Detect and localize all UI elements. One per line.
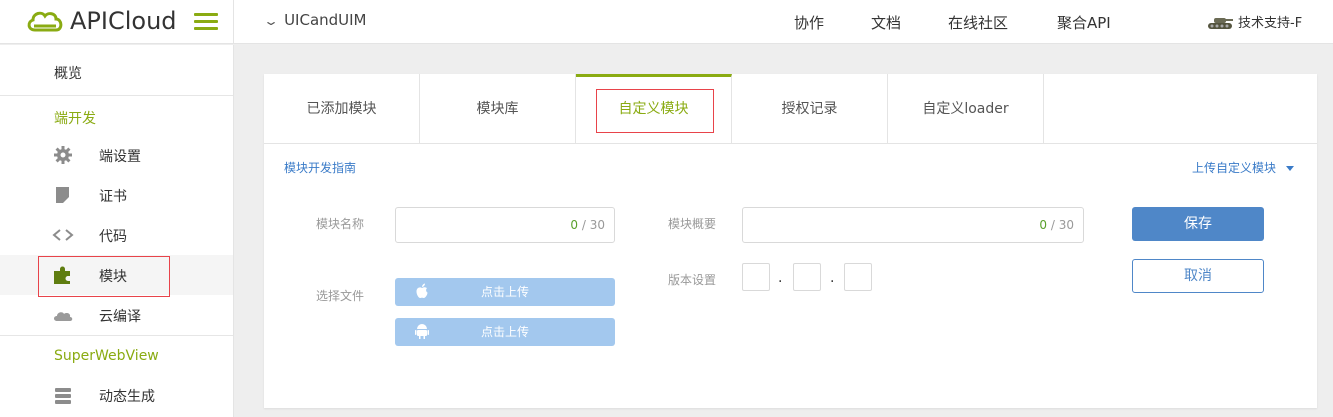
upload-android-button[interactable]: 点击上传	[395, 318, 615, 346]
char-count: 0	[570, 218, 579, 232]
caret-down-icon	[1286, 166, 1295, 171]
tab-custom-loader[interactable]: 自定义loader	[888, 74, 1044, 144]
sidebar: 概览 端开发 端设置 证书 代码 模块 云编译 SuperWebView 动态生…	[0, 45, 234, 417]
upload-android-label: 点击上传	[480, 325, 529, 339]
tab-bar: 已添加模块 模块库 自定义模块 授权记录 自定义loader	[264, 74, 1317, 144]
user-name: 技术支持-F	[1238, 16, 1303, 31]
logo-area: APICloud	[0, 0, 234, 44]
char-max: / 30	[1050, 218, 1074, 232]
menu-toggle-icon[interactable]	[194, 13, 218, 31]
sidebar-item-label: 代码	[99, 229, 127, 245]
char-counter: 0 / 30	[1039, 218, 1074, 232]
tab-module-library[interactable]: 模块库	[420, 74, 576, 144]
upload-ios-label: 点击上传	[480, 285, 529, 299]
sidebar-item-label: 端设置	[99, 149, 141, 165]
nav-collaborate[interactable]: 协作	[794, 12, 824, 33]
version-major-input[interactable]	[742, 263, 770, 291]
tab-custom-module[interactable]: 自定义模块	[576, 74, 732, 144]
version-separator: .	[830, 270, 835, 286]
module-name-input[interactable]: 0 / 30	[395, 207, 615, 243]
chevron-down-icon: ⌄	[262, 14, 280, 28]
tab-added-modules[interactable]: 已添加模块	[264, 74, 420, 144]
nav-docs[interactable]: 文档	[871, 12, 901, 33]
module-name-label: 模块名称	[316, 217, 365, 231]
char-max: / 30	[581, 218, 605, 232]
cancel-button[interactable]: 取消	[1132, 259, 1264, 293]
puzzle-icon	[54, 266, 70, 284]
tab-auth-records[interactable]: 授权记录	[732, 74, 888, 144]
layers-icon	[55, 388, 71, 404]
apicloud-logo-icon	[27, 11, 63, 32]
gear-icon	[54, 146, 72, 164]
sidebar-divider	[0, 95, 233, 96]
upload-ios-button[interactable]: 点击上传	[395, 278, 615, 306]
logo-text: APICloud	[70, 7, 177, 35]
version-label: 版本设置	[668, 273, 717, 287]
sidebar-divider	[0, 335, 233, 336]
version-minor-input[interactable]	[793, 263, 821, 291]
sidebar-item-dynamic-generate[interactable]: 动态生成	[0, 375, 233, 415]
module-summary-label: 模块概要	[668, 217, 717, 231]
cloud-icon	[54, 312, 73, 321]
sidebar-item-overview[interactable]: 概览	[54, 63, 82, 83]
sidebar-item-cloud-compile[interactable]: 云编译	[0, 295, 233, 335]
code-icon	[52, 229, 74, 241]
app-name: UICandUIM	[284, 11, 367, 29]
sidebar-section-superwebview: SuperWebView	[54, 348, 159, 364]
sidebar-item-modules[interactable]: 模块	[0, 255, 233, 295]
certificate-icon	[56, 187, 69, 203]
android-icon	[415, 324, 429, 339]
nav-community[interactable]: 在线社区	[948, 12, 1008, 33]
module-summary-input[interactable]: 0 / 30	[742, 207, 1084, 243]
top-bar: APICloud ⌄ UICandUIM 协作 文档 在线社区 聚合API 技术支…	[0, 0, 1333, 44]
char-counter: 0 / 30	[570, 218, 605, 232]
apple-icon	[416, 283, 428, 299]
choose-file-label: 选择文件	[316, 289, 365, 303]
avatar-tank-icon	[1208, 17, 1233, 29]
sidebar-item-label: 证书	[99, 189, 127, 205]
version-patch-input[interactable]	[844, 263, 872, 291]
sidebar-item-label: 动态生成	[99, 389, 155, 405]
main-panel: 已添加模块 模块库 自定义模块 授权记录 自定义loader 模块开发指南 上传…	[264, 74, 1317, 408]
sidebar-item-certificate[interactable]: 证书	[0, 175, 233, 215]
char-count: 0	[1039, 218, 1048, 232]
sidebar-item-label: 模块	[99, 269, 127, 285]
version-separator: .	[778, 270, 783, 286]
nav-aggregate-api[interactable]: 聚合API	[1057, 12, 1111, 33]
app-switcher[interactable]: ⌄ UICandUIM	[262, 11, 367, 29]
save-button[interactable]: 保存	[1132, 207, 1264, 241]
module-dev-guide-link[interactable]: 模块开发指南	[284, 159, 356, 176]
sidebar-item-settings[interactable]: 端设置	[0, 135, 233, 175]
upload-custom-module-dropdown[interactable]: 上传自定义模块	[1192, 159, 1295, 176]
user-menu[interactable]: 技术支持-F	[1206, 12, 1302, 32]
sidebar-section-client: 端开发	[54, 111, 96, 127]
sidebar-item-label: 云编译	[99, 309, 141, 325]
upload-custom-label: 上传自定义模块	[1192, 161, 1277, 175]
sidebar-item-code[interactable]: 代码	[0, 215, 233, 255]
